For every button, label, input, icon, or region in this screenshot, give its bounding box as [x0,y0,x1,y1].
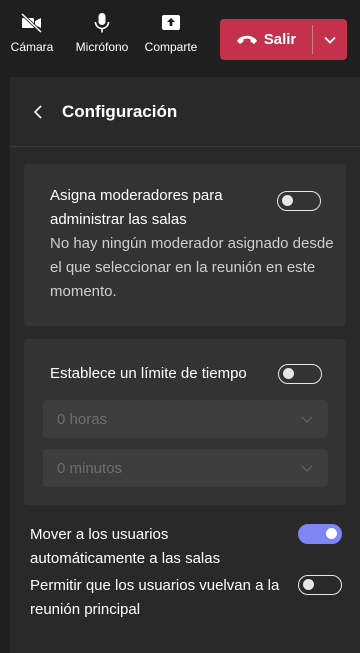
hours-select[interactable]: 0 horas [43,400,328,438]
page-title: Configuración [62,101,178,121]
chevron-left-icon [32,104,44,120]
panel-header: Configuración [10,77,360,147]
phone-hangup-icon [236,33,258,47]
toggle-knob [303,579,314,590]
share-screen-icon [159,8,183,38]
toggle-knob [326,528,337,539]
minutes-select[interactable]: 0 minutos [43,449,328,487]
chevron-down-icon [300,414,314,424]
microphone-label: Micrófono [75,40,129,54]
time-limit-label: Establece un límite de tiempo [50,365,247,382]
auto-move-toggle[interactable] [298,524,342,544]
chevron-down-icon [323,35,337,45]
camera-label: Cámara [10,40,54,54]
camera-off-icon [20,8,44,38]
toggle-knob [283,368,294,379]
return-main-label: Permitir que los usuarios vuelvan a la r… [30,577,280,618]
moderators-description: No hay ningún moderador asignado desde e… [50,235,334,300]
leave-button-group: Salir [220,19,347,60]
leave-button[interactable]: Salir [220,19,312,60]
share-button[interactable]: Comparte [140,8,202,68]
chevron-down-icon [300,463,314,473]
leave-options-button[interactable] [313,19,347,60]
return-main-toggle[interactable] [298,575,342,595]
settings-panel: Configuración Asigna moderadores para ad… [10,77,360,653]
leave-label: Salir [263,31,297,48]
hours-value: 0 horas [57,410,108,428]
toggle-knob [282,195,293,206]
moderators-toggle[interactable] [277,191,321,211]
share-label: Comparte [144,40,198,54]
camera-button[interactable]: Cámara [4,8,60,68]
microphone-icon [90,8,114,38]
microphone-button[interactable]: Micrófono [66,8,138,68]
minutes-value: 0 minutos [57,459,123,477]
moderators-label: Asigna moderadores para administrar las … [50,187,223,228]
back-button[interactable] [32,104,60,120]
auto-move-label: Mover a los usuarios automáticamente a l… [30,526,221,567]
time-limit-toggle[interactable] [278,364,322,384]
moderators-card: Asigna moderadores para administrar las … [24,164,346,326]
time-limit-card: Establece un límite de tiempo 0 horas 0 … [24,339,346,505]
meeting-toolbar: Cámara Micrófono Comparte Salir [0,0,360,72]
